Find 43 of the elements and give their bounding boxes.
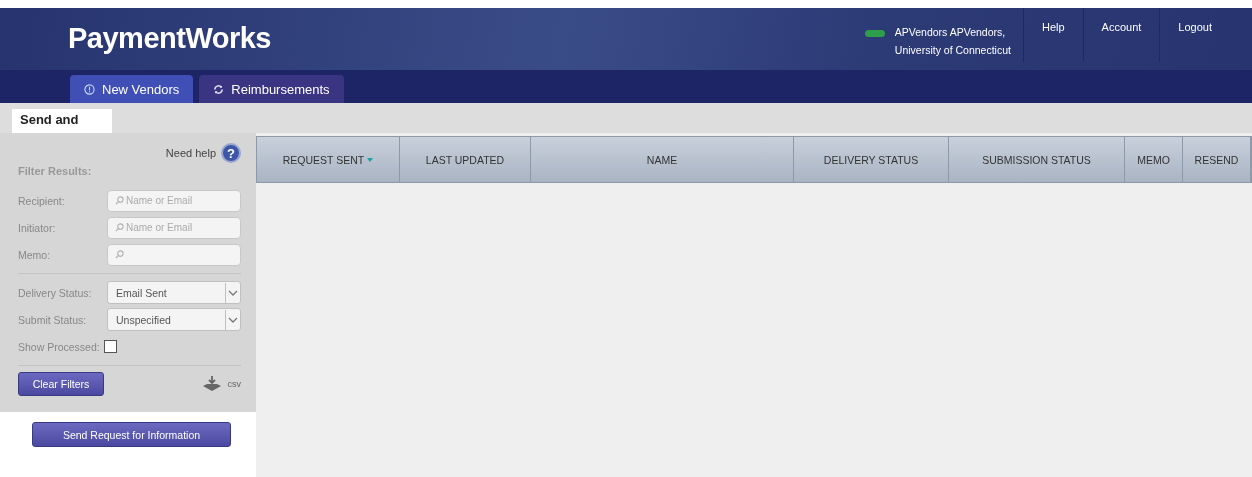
search-field[interactable]: Name or Email [107,189,241,212]
help-text: Need help [165,147,216,159]
search-icon [115,222,124,232]
column-header[interactable]: REQUEST SENT [257,137,400,182]
column-header[interactable]: SUBMISSION STATUS [949,137,1125,182]
filter-title: Filter Results: [18,165,93,177]
nav-tab[interactable]: New Vendors [70,75,194,103]
status-dropdown[interactable]: Email Sent [107,281,241,304]
search-icon [115,195,124,205]
sync-icon [213,83,225,95]
filter-label: Recipient: [18,194,66,207]
checkbox[interactable] [103,340,117,353]
page-tab[interactable]: Send and [12,109,112,133]
search-field[interactable] [107,243,241,266]
send-request-button[interactable]: Send Request for Information [32,422,231,447]
column-header[interactable]: LAST UPDATED [400,137,531,182]
help-button[interactable]: ? [221,143,241,163]
download-icon[interactable] [201,375,222,393]
column-header[interactable]: NAME [531,137,794,182]
checkbox-label: Show Processed: [18,340,100,353]
organization-name: University of Connecticut [894,44,1011,56]
filter-label: Memo: [18,248,52,261]
clear-filters-button[interactable]: Clear Filters [18,372,104,396]
column-header[interactable]: RESEND [1183,137,1251,182]
filter-label: Initiator: [18,221,57,234]
info-icon [84,83,95,95]
caret-icon [225,282,240,303]
search-icon [115,249,124,259]
caret-icon [225,309,240,330]
filter-label: Submit Status: [18,313,88,326]
logo: PaymentWorks [68,22,271,55]
nav-tab[interactable]: Reimbursements [199,75,344,103]
header-link[interactable]: Account [1083,8,1161,61]
header-link[interactable]: Help [1023,8,1084,61]
column-header[interactable]: MEMO [1125,137,1183,182]
column-header[interactable]: DELIVERY STATUS [794,137,949,182]
status-icon [864,30,885,37]
search-field[interactable]: Name or Email [107,216,241,239]
user-name: APVendors APVendors, [894,26,1007,38]
status-dropdown[interactable]: Unspecified [107,308,241,331]
header-link[interactable]: Logout [1160,8,1252,61]
filter-label: Delivery Status: [18,286,93,299]
csv-link[interactable]: csv [227,379,241,389]
